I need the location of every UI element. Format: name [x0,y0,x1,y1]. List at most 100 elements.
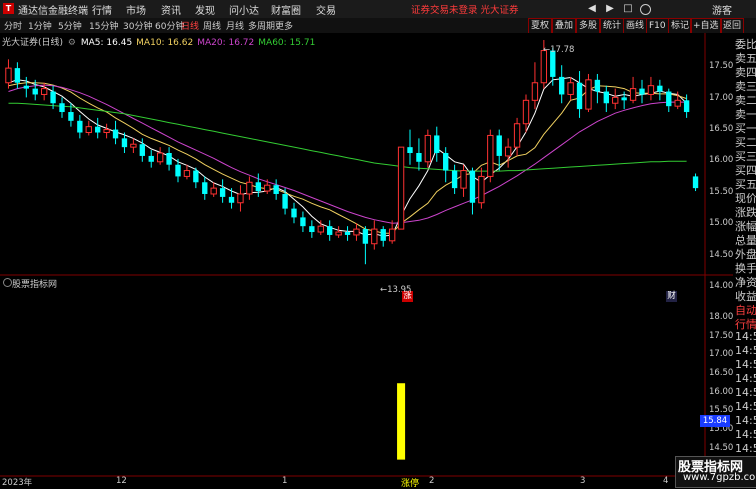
candle-body [692,176,699,189]
x-axis-label: 1 [282,476,288,486]
indicator-axis-label: 18.00 [709,312,734,322]
menu-wealth[interactable]: 财富圈 [271,2,301,17]
quote-panel-label: 14:5 [735,400,756,413]
watermark-url: www.7gpzb.com [683,472,756,483]
settings-icon[interactable]: ⚙ [68,38,76,48]
candle-body [380,229,386,241]
candle-body [522,99,530,125]
menu-quotes[interactable]: 行情 [92,2,112,17]
nav-back-button[interactable]: ◀ [584,1,600,16]
candle-body [32,88,38,95]
tab-draw[interactable]: 画线 [623,18,648,34]
tab-return[interactable]: 返回 [720,18,745,34]
candle-body [246,181,253,195]
tab-mark[interactable]: 标记 [668,18,693,34]
period-15min[interactable]: 15分钟 [89,19,118,32]
candle-body [451,170,458,189]
candle-body [416,153,422,162]
candle-body [674,99,681,107]
candle-body [469,170,476,203]
candle-body [478,175,485,204]
tab-add-watchlist[interactable]: +自选 [690,18,722,34]
candle-body [282,193,288,209]
price-axis-label: 15.50 [709,187,734,197]
candle-body [540,50,548,84]
candle-body [5,67,12,84]
tab-f10[interactable]: F10 [646,18,669,34]
period-daily[interactable]: 日线 [181,19,199,32]
indicator-title: 股票指标网 [12,280,58,290]
user-label[interactable]: 游客 [712,2,732,17]
menu-market[interactable]: 市场 [126,2,146,17]
candle-body [23,85,29,89]
period-more[interactable]: 更多 [275,19,293,32]
ma-legend: 光大证券(日线) ⚙ MA5: 16.45 MA10: 16.62 MA20: 16… [2,35,319,48]
candle-body [317,225,324,233]
candle-body [139,144,145,156]
candle-body [14,68,21,83]
indicator-axis-label: 16.50 [709,368,734,378]
chart-background [0,33,733,487]
candle-body [487,134,494,177]
candle-body [594,79,601,92]
candle-body [621,97,627,101]
indicator-settings-icon[interactable] [3,278,12,287]
quote-panel-label: 14:5 [735,414,756,427]
candle-body [237,193,244,204]
finance-flag[interactable]: 财 [666,291,677,302]
menu-trade[interactable]: 交易 [316,2,336,17]
ma-legend-item: MA20: 16.72 [197,38,255,48]
candle-body [175,164,181,177]
indicator-axis-label: 17.00 [709,349,734,359]
candle-body [407,147,413,153]
nav-forward-button[interactable]: ▶ [602,1,618,16]
high-marker: ←17.78 [543,45,575,55]
tab-exright[interactable]: 夏权 [528,18,553,34]
candle-body [460,170,467,189]
candle-body [193,170,199,183]
tab-multistock[interactable]: 多股 [576,18,601,34]
x-axis-label: 4 [663,476,669,486]
candle-body [264,184,271,192]
candle-body [335,231,342,236]
period-tick[interactable]: 分时 [4,19,22,32]
price-axis-label: 17.00 [709,93,734,103]
period-30min[interactable]: 30分钟 [123,19,152,32]
login-notice[interactable]: 证券交易未登录 光大证券 [411,2,519,16]
tab-overlay[interactable]: 叠加 [552,18,577,34]
price-axis-label: 15.00 [709,218,734,228]
kline-chart[interactable] [0,33,733,487]
period-weekly[interactable]: 周线 [203,19,221,32]
price-axis-label: 16.00 [709,155,734,165]
quote-panel-label: 14:5 [735,442,756,455]
candle-body [85,126,92,134]
period-1min[interactable]: 1分钟 [28,19,52,32]
period-monthly[interactable]: 月线 [226,19,244,32]
candle-body [300,217,306,227]
user-icon[interactable] [640,4,651,15]
candle-body [77,120,83,133]
candle-body [103,129,110,134]
candle-body [629,88,637,101]
tab-stats[interactable]: 统计 [600,18,625,34]
candle-body [657,85,663,92]
app-logo: T [3,3,14,14]
candle-body [362,229,369,244]
period-multi[interactable]: 多周期 [248,19,275,32]
candle-body [130,143,137,148]
menu-discover[interactable]: 发现 [195,2,215,17]
x-axis-label: 12 [116,476,127,486]
menu-ask[interactable]: 问小达 [229,2,259,17]
candle-body [639,88,645,95]
candle-body [59,103,65,113]
quote-panel-label: 14:5 [735,386,756,399]
menu-news[interactable]: 资讯 [161,2,181,17]
window-box-button[interactable]: □ [620,1,636,16]
limit-up-flag[interactable]: 涨 [402,291,413,302]
candle-body [344,232,351,235]
period-5min[interactable]: 5分钟 [58,19,82,32]
candle-body [112,129,119,139]
indicator-axis-label: 14.50 [709,443,734,453]
candle-body [219,188,226,197]
candle-body [95,126,101,133]
